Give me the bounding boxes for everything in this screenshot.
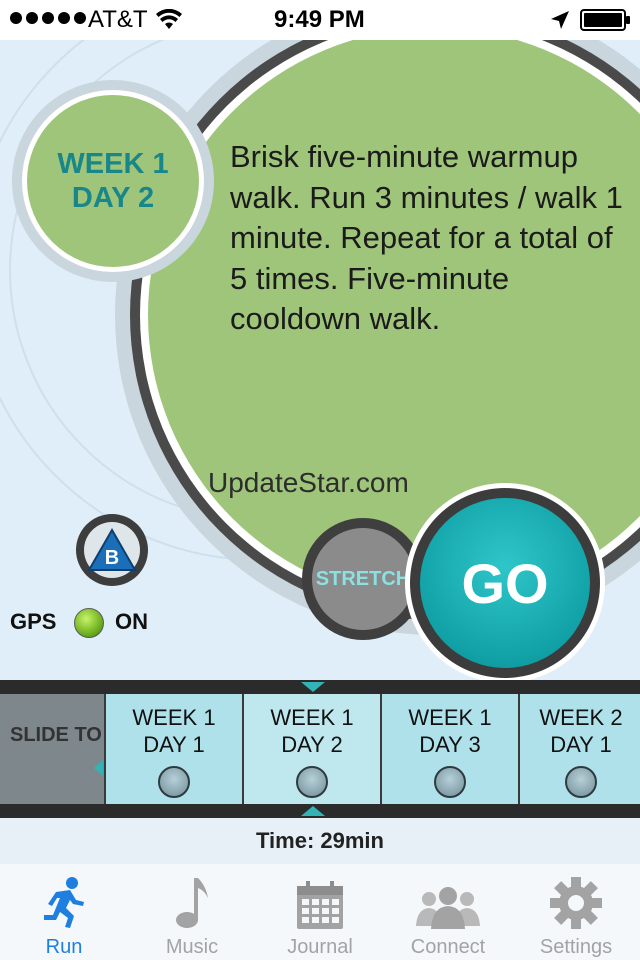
selection-marker-bottom-icon	[301, 806, 325, 816]
stretch-button[interactable]: STRETCH	[312, 528, 414, 630]
signal-dots-icon	[10, 12, 86, 24]
slide-to-label: SLIDE TO	[10, 724, 102, 746]
slider-item-day: DAY 1	[550, 732, 612, 757]
calendar-icon	[296, 872, 344, 930]
carrier-label: AT&T	[88, 6, 148, 33]
slider-item-week1-day3[interactable]: WEEK 1 DAY 3	[380, 694, 518, 804]
runner-icon	[42, 872, 86, 930]
go-label: GO	[461, 551, 549, 615]
b-logo-button[interactable]: B	[84, 522, 140, 578]
tab-bar: Run Music Journal Connect Settings	[0, 864, 640, 960]
status-dot-icon	[296, 766, 328, 798]
slider-item-day: DAY 2	[281, 732, 343, 757]
slider-item-day: DAY 1	[143, 732, 205, 757]
slider-item-week1-day2[interactable]: WEEK 1 DAY 2	[242, 694, 380, 804]
slider-item-week2-day1[interactable]: WEEK 2 DAY 1	[518, 694, 640, 804]
run-screen: WEEK 1 DAY 2 Brisk five-minute warmup wa…	[0, 40, 640, 680]
tab-settings-label: Settings	[539, 936, 613, 958]
time-bar: Time: 29min	[0, 818, 640, 865]
gps-label: GPS	[10, 609, 57, 634]
workout-slider[interactable]: SLIDE TO WEEK 1 DAY 1 WEEK 1 DAY 2 WEEK 1D…	[0, 680, 640, 818]
tab-connect[interactable]: Connect	[384, 864, 512, 960]
tab-music-label: Music	[165, 936, 219, 958]
go-button[interactable]: GO	[420, 498, 590, 668]
status-bar: AT&T 9:49 PM	[0, 0, 640, 40]
slider-item-week: WEEK 1	[408, 705, 492, 730]
people-icon	[415, 872, 481, 930]
total-time: Time: 29min	[256, 828, 384, 853]
slide-arrow-icon	[94, 760, 103, 776]
tab-music[interactable]: Music	[128, 864, 256, 960]
gps-indicator-icon	[74, 608, 104, 638]
music-note-icon	[174, 872, 210, 930]
wifi-icon	[156, 8, 182, 36]
week-day-badge: WEEK 1 DAY 2	[27, 95, 199, 267]
status-dot-icon	[434, 766, 466, 798]
slider-item-week: WEEK 1	[132, 705, 216, 730]
slider-item-week: WEEK 2	[539, 705, 623, 730]
stretch-label: STRETCH	[315, 567, 411, 590]
b-logo-icon: B	[87, 528, 137, 571]
tab-run-label: Run	[45, 936, 83, 958]
slider-item-week: WEEK 1	[270, 705, 354, 730]
status-dot-icon	[565, 766, 597, 798]
tab-journal-label: Journal	[287, 936, 353, 958]
svg-text:B: B	[105, 547, 119, 569]
week-label: WEEK 1	[57, 148, 169, 180]
gear-icon	[549, 872, 603, 930]
location-arrow-icon	[550, 10, 570, 35]
slide-to-panel[interactable]: SLIDE TO	[0, 694, 104, 804]
workout-description: Brisk five-minute warmup walk. Run 3 min…	[230, 139, 623, 336]
gps-state[interactable]: ON	[115, 609, 148, 635]
day-label: DAY 2	[71, 182, 155, 214]
status-dot-icon	[158, 766, 190, 798]
battery-icon	[580, 9, 632, 36]
slider-item-week1-day1[interactable]: WEEK 1 DAY 1	[104, 694, 242, 804]
clock: 9:49 PM	[274, 6, 365, 33]
tab-run[interactable]: Run	[0, 864, 128, 960]
watermark: UpdateStar.com	[208, 467, 409, 498]
tab-journal[interactable]: Journal	[256, 864, 384, 960]
slider-item-day: DAY 3	[419, 732, 481, 757]
tab-settings[interactable]: Settings	[512, 864, 640, 960]
selection-marker-top-icon	[301, 682, 325, 692]
tab-connect-label: Connect	[410, 936, 486, 958]
